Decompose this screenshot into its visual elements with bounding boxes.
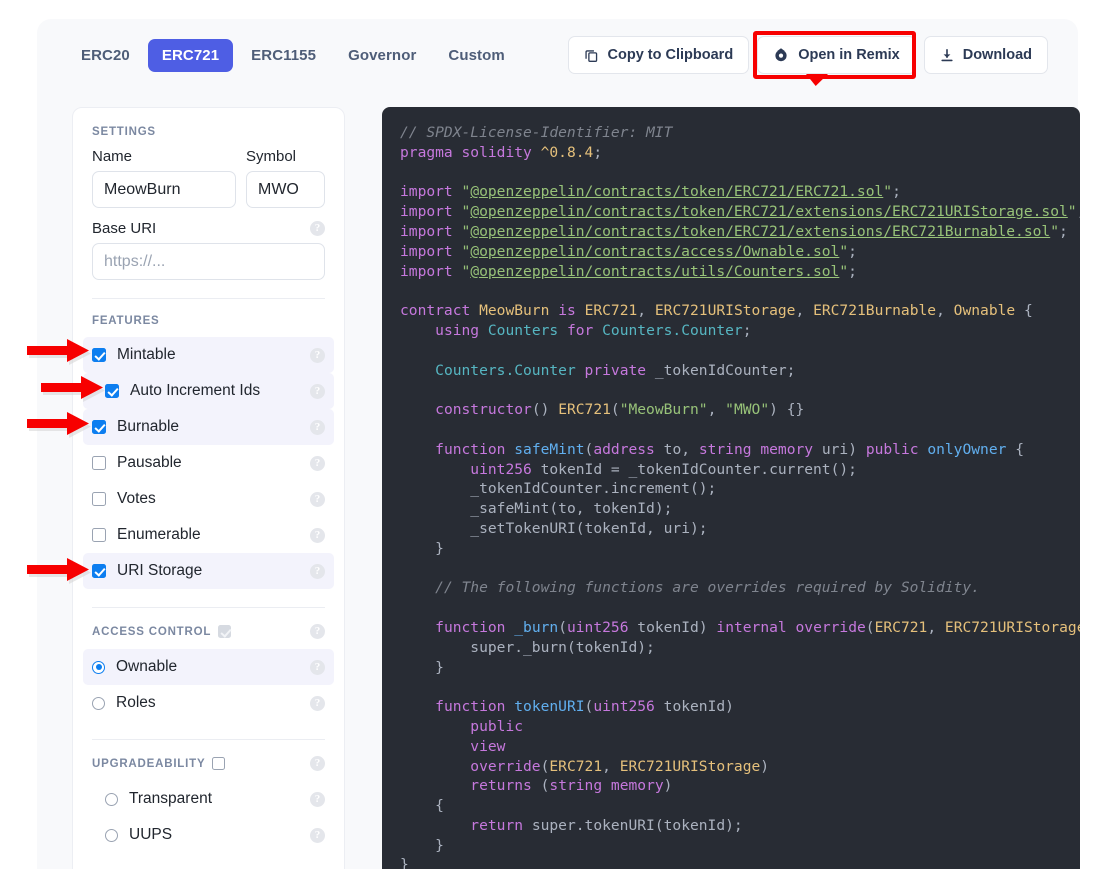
upgradeability-uups[interactable]: UUPS ?	[83, 817, 334, 853]
help-icon-uri-storage[interactable]: ?	[310, 563, 325, 579]
open-in-remix-label: Open in Remix	[798, 47, 900, 63]
feature-auto-increment-ids[interactable]: Auto Increment Ids ?	[83, 373, 334, 409]
code-panel[interactable]: // SPDX-License-Identifier: MIT pragma s…	[382, 107, 1080, 869]
base-uri-label-row: Base URI ?	[92, 220, 325, 237]
upgradeability-label-transparent: Transparent	[129, 790, 212, 807]
help-icon-enumerable[interactable]: ?	[310, 527, 325, 543]
checkbox-enumerable[interactable]	[92, 528, 106, 542]
code-content: // SPDX-License-Identifier: MIT pragma s…	[400, 124, 1080, 869]
feature-label-enumerable: Enumerable	[117, 526, 201, 543]
access-control-label-ownable: Ownable	[116, 658, 178, 675]
help-icon-mintable[interactable]: ?	[310, 347, 325, 363]
help-icon-roles[interactable]: ?	[310, 695, 325, 711]
copy-to-clipboard-label: Copy to Clipboard	[607, 47, 734, 63]
radio-uups[interactable]	[105, 828, 118, 842]
tab-custom[interactable]: Custom	[434, 39, 518, 72]
symbol-input[interactable]	[246, 171, 325, 208]
upgradeability-label-uups: UUPS	[129, 826, 173, 843]
access-control-ownable[interactable]: Ownable ?	[83, 649, 334, 685]
feature-pausable[interactable]: Pausable ?	[83, 445, 334, 481]
tab-erc721[interactable]: ERC721	[147, 38, 234, 72]
open-in-remix-button[interactable]: Open in Remix	[757, 36, 916, 74]
divider-features	[92, 298, 325, 299]
help-icon-upgradeability[interactable]: ?	[310, 756, 325, 771]
help-icon-uups[interactable]: ?	[310, 827, 325, 843]
download-button[interactable]: Download	[923, 36, 1048, 74]
checkbox-access-control	[218, 625, 232, 638]
help-icon-votes[interactable]: ?	[310, 491, 325, 507]
toolbar-actions: Copy to Clipboard Open in Remix Download	[567, 36, 1048, 74]
access-control-label-roles: Roles	[116, 694, 156, 711]
help-icon-auto-increment-ids[interactable]: ?	[310, 383, 325, 399]
upgradeability-heading-row: UPGRADEABILITY ?	[92, 756, 325, 771]
feature-label-uri-storage: URI Storage	[117, 562, 203, 579]
checkbox-auto-increment-ids[interactable]	[105, 384, 119, 398]
access-control-heading: ACCESS CONTROL	[92, 625, 212, 638]
upgradeability-heading: UPGRADEABILITY	[92, 757, 206, 770]
upgradeability-transparent[interactable]: Transparent ?	[83, 781, 334, 817]
toolbar: ERC20 ERC721 ERC1155 Governor Custom Cop…	[37, 19, 1078, 91]
name-field-group: Name	[92, 148, 236, 208]
settings-panel: SETTINGS Name Symbol Base URI ?	[72, 107, 345, 869]
remix-icon	[773, 47, 789, 63]
feature-burnable[interactable]: Burnable ?	[83, 409, 334, 445]
radio-transparent[interactable]	[105, 792, 118, 806]
copy-to-clipboard-button[interactable]: Copy to Clipboard	[567, 36, 750, 74]
checkbox-pausable[interactable]	[92, 456, 106, 470]
download-icon	[940, 48, 954, 63]
settings-heading: SETTINGS	[92, 126, 156, 138]
feature-mintable[interactable]: Mintable ?	[83, 337, 334, 373]
checkbox-burnable[interactable]	[92, 420, 106, 434]
help-icon-transparent[interactable]: ?	[310, 791, 325, 807]
divider-access-control	[92, 607, 325, 608]
checkbox-uri-storage[interactable]	[92, 564, 106, 578]
name-symbol-row: Name Symbol	[92, 148, 325, 208]
copy-icon	[584, 48, 599, 63]
download-label: Download	[962, 47, 1032, 63]
tab-governor[interactable]: Governor	[334, 39, 430, 72]
help-icon-burnable[interactable]: ?	[310, 419, 325, 435]
symbol-label: Symbol	[246, 148, 297, 165]
access-control-heading-row: ACCESS CONTROL ?	[92, 624, 325, 639]
contract-type-tabs: ERC20 ERC721 ERC1155 Governor Custom	[67, 38, 519, 72]
access-control-roles[interactable]: Roles ?	[83, 685, 334, 721]
name-label: Name	[92, 148, 133, 165]
settings-panel-inner: SETTINGS Name Symbol Base URI ?	[73, 126, 344, 853]
help-icon-ownable[interactable]: ?	[310, 659, 325, 675]
features-heading: FEATURES	[92, 315, 160, 327]
checkbox-votes[interactable]	[92, 492, 106, 506]
tab-erc20[interactable]: ERC20	[67, 39, 144, 72]
help-icon-pausable[interactable]: ?	[310, 455, 325, 471]
feature-uri-storage[interactable]: URI Storage ?	[83, 553, 334, 589]
feature-votes[interactable]: Votes ?	[83, 481, 334, 517]
name-input[interactable]	[92, 171, 236, 208]
radio-ownable[interactable]	[92, 660, 105, 674]
help-icon-access-control[interactable]: ?	[310, 624, 325, 639]
symbol-field-group: Symbol	[246, 148, 325, 208]
app-root: ERC20 ERC721 ERC1155 Governor Custom Cop…	[0, 0, 1115, 869]
feature-label-pausable: Pausable	[117, 454, 182, 471]
tab-erc1155[interactable]: ERC1155	[237, 39, 330, 72]
base-uri-label: Base URI	[92, 220, 157, 237]
divider-upgradeability	[92, 739, 325, 740]
checkbox-upgradeability[interactable]	[212, 757, 226, 770]
feature-label-auto-increment-ids: Auto Increment Ids	[130, 382, 261, 399]
radio-roles[interactable]	[92, 696, 105, 710]
base-uri-field-group: Base URI ?	[92, 220, 325, 280]
checkbox-mintable[interactable]	[92, 348, 106, 362]
feature-enumerable[interactable]: Enumerable ?	[83, 517, 334, 553]
wizard-card: ERC20 ERC721 ERC1155 Governor Custom Cop…	[37, 19, 1080, 869]
feature-label-mintable: Mintable	[117, 346, 176, 363]
feature-label-burnable: Burnable	[117, 418, 180, 435]
feature-label-votes: Votes	[117, 490, 156, 507]
base-uri-input[interactable]	[92, 243, 325, 280]
help-icon-base-uri[interactable]: ?	[310, 221, 325, 236]
